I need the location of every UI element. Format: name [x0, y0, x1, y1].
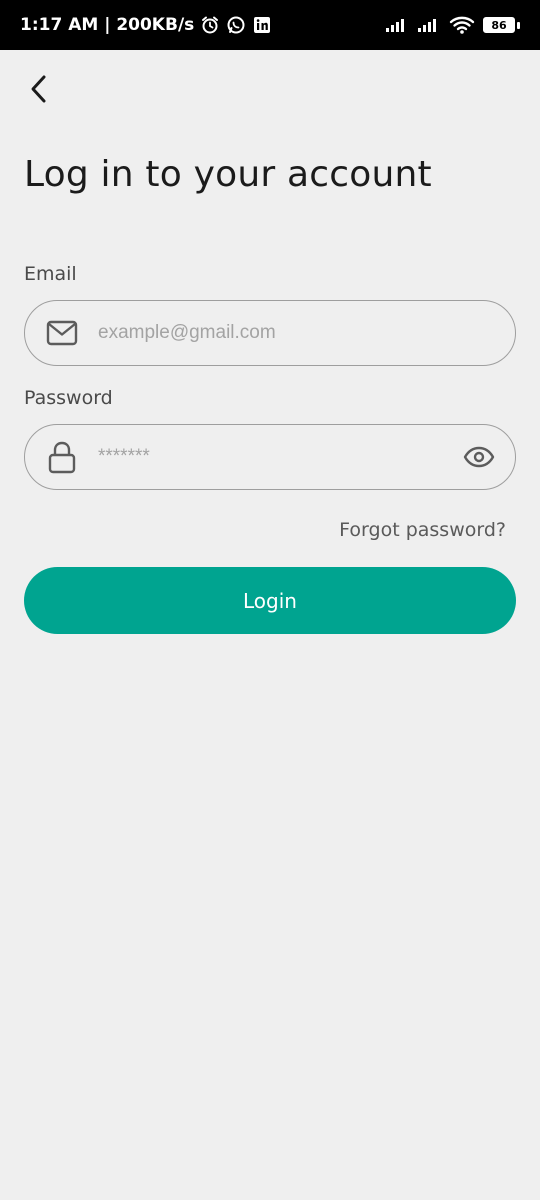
status-bar: 1:17 AM | 200KB/s 86	[0, 0, 540, 50]
forgot-password-link[interactable]: Forgot password?	[339, 519, 506, 541]
mail-icon	[45, 316, 79, 350]
email-input[interactable]	[96, 301, 445, 365]
battery-tip	[517, 21, 520, 29]
alarm-icon	[200, 15, 220, 35]
signal-icon	[385, 15, 409, 35]
page-title: Log in to your account	[24, 154, 432, 195]
wifi-icon	[449, 15, 475, 35]
toggle-password-visibility-button[interactable]	[461, 439, 497, 475]
eye-icon	[463, 446, 495, 468]
linkedin-icon	[252, 15, 272, 35]
battery-level: 86	[483, 17, 515, 33]
login-button[interactable]: Login	[24, 567, 516, 634]
email-label: Email	[24, 263, 77, 285]
whatsapp-icon	[226, 15, 246, 35]
lock-icon	[45, 440, 79, 474]
email-field-container[interactable]	[24, 300, 516, 366]
status-time-speed: 1:17 AM | 200KB/s	[20, 15, 195, 35]
password-label: Password	[24, 387, 113, 409]
chevron-left-icon	[31, 75, 46, 103]
password-field-container[interactable]	[24, 424, 516, 490]
status-right: 86	[385, 15, 520, 35]
status-left: 1:17 AM | 200KB/s	[20, 15, 272, 35]
signal-icon	[417, 15, 441, 35]
battery-icon: 86	[483, 17, 520, 33]
password-input[interactable]	[96, 425, 445, 489]
back-button[interactable]	[22, 72, 56, 106]
